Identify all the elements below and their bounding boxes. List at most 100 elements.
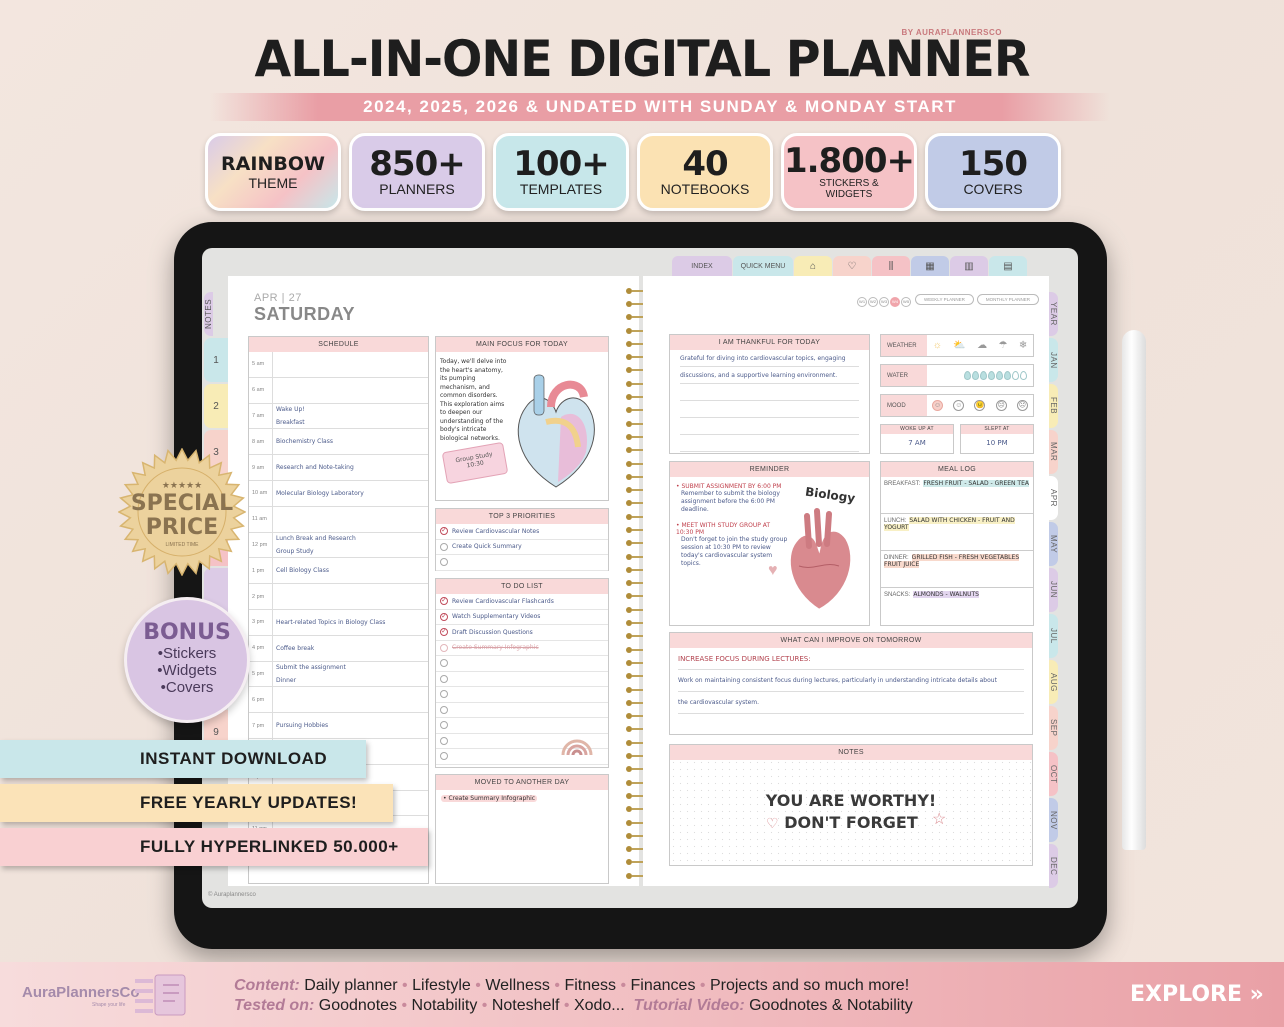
tab-index[interactable]: INDEX: [672, 256, 732, 276]
checklist-item[interactable]: Create Summary Infographic: [436, 641, 608, 656]
angry-face-icon[interactable]: ☹: [1016, 400, 1028, 411]
very-happy-face-icon[interactable]: ☺: [932, 400, 944, 411]
month-tab-mar[interactable]: MAR: [1049, 430, 1058, 474]
sun-icon[interactable]: ☼: [933, 340, 942, 351]
checklist-item[interactable]: ✓ Review Cardiovascular Notes: [436, 524, 608, 540]
schedule-row[interactable]: 5 am: [249, 352, 428, 378]
month-tab-jun[interactable]: JUN: [1049, 568, 1058, 612]
section-tab[interactable]: NOTES: [204, 292, 213, 336]
water-drop-icon[interactable]: [996, 371, 1003, 380]
checkbox-icon[interactable]: [440, 752, 448, 761]
checkbox-icon[interactable]: [440, 558, 448, 567]
checked-icon[interactable]: ✓: [440, 527, 448, 536]
water-drop-icon[interactable]: [1004, 371, 1011, 380]
weekly-planner-button[interactable]: WEEKLY PLANNER: [915, 293, 974, 305]
tab-notebook-icon[interactable]: ▤: [989, 256, 1027, 276]
checkbox-icon[interactable]: [440, 705, 448, 714]
checklist-item[interactable]: [436, 672, 608, 687]
woke-up-value[interactable]: 7 AM: [881, 439, 953, 447]
tab-dumbbell-icon[interactable]: ⫼: [872, 256, 910, 276]
checked-icon[interactable]: ✓: [440, 597, 448, 606]
checkbox-icon[interactable]: [440, 721, 448, 730]
schedule-row[interactable]: 10 am Molecular Biology Laboratory: [249, 480, 428, 507]
checkbox-icon[interactable]: [440, 674, 448, 683]
week-button-w2[interactable]: W2: [868, 296, 879, 307]
week-button-w3[interactable]: W3: [879, 296, 890, 307]
sad-face-icon[interactable]: ☹: [995, 400, 1007, 411]
month-tab-oct[interactable]: OCT: [1049, 752, 1058, 796]
neutral-face-icon[interactable]: 😐: [974, 400, 986, 411]
cloud-icon[interactable]: ☁: [977, 340, 987, 351]
thankful-line[interactable]: [680, 418, 859, 435]
schedule-row[interactable]: 6 pm: [249, 687, 428, 714]
happy-face-icon[interactable]: ☺: [953, 400, 965, 411]
checklist-item[interactable]: ✓ Draft Discussion Questions: [436, 625, 608, 641]
checkbox-icon[interactable]: [440, 542, 448, 551]
checklist-item[interactable]: ✓ Review Cardiovascular Flashcards: [436, 594, 608, 610]
meal-entry[interactable]: LUNCH: SALAD WITH CHICKEN - FRUIT AND YOG…: [881, 514, 1033, 551]
water-drop-icon[interactable]: [988, 371, 995, 380]
thankful-line[interactable]: discussions, and a supportive learning e…: [680, 367, 859, 384]
schedule-row[interactable]: 3 pm Heart-related Topics in Biology Clas…: [249, 609, 428, 636]
tab-finance-icon[interactable]: ▦: [911, 256, 949, 276]
meal-entry[interactable]: SNACKS: ALMONDS - WALNUTS: [881, 588, 1033, 625]
water-drop-icon[interactable]: [964, 371, 971, 380]
checklist-item[interactable]: [436, 687, 608, 703]
month-tab-jul[interactable]: JUL: [1049, 614, 1058, 658]
month-tab-apr[interactable]: APR: [1049, 476, 1058, 520]
schedule-row[interactable]: 1 pm Cell Biology Class: [249, 558, 428, 585]
checklist-item[interactable]: ✓ Watch Supplementary Videos: [436, 610, 608, 625]
checklist-item[interactable]: [436, 703, 608, 718]
week-button-w1[interactable]: W1: [857, 296, 868, 307]
meal-entry[interactable]: BREAKFAST: FRESH FRUIT - SALAD - GREEN TE…: [881, 477, 1033, 514]
explore-button[interactable]: EXPLORE »: [1130, 982, 1264, 1007]
thankful-line[interactable]: [680, 435, 859, 452]
checklist-item[interactable]: [436, 656, 608, 672]
checkbox-icon[interactable]: [440, 736, 448, 745]
schedule-row[interactable]: 12 pm Lunch Break and Research Group Study: [249, 532, 428, 559]
tab-home-icon[interactable]: ⌂: [794, 256, 832, 276]
schedule-row[interactable]: 11 am: [249, 506, 428, 533]
month-tab-dec[interactable]: DEC: [1049, 844, 1058, 888]
tab-chart-icon[interactable]: ▥: [950, 256, 988, 276]
week-button-w4[interactable]: W4: [890, 296, 901, 307]
checked-icon[interactable]: ✓: [440, 628, 448, 637]
water-drop-icon[interactable]: [1020, 371, 1027, 380]
month-tab-aug[interactable]: AUG: [1049, 660, 1058, 704]
month-tab-nov[interactable]: NOV: [1049, 798, 1058, 842]
water-drop-icon[interactable]: [1012, 371, 1019, 380]
month-tab-may[interactable]: MAY: [1049, 522, 1058, 566]
week-button-w5[interactable]: W5: [901, 296, 912, 307]
tab-heartbeat-icon[interactable]: ♡: [833, 256, 871, 276]
schedule-row[interactable]: 6 am: [249, 377, 428, 404]
thankful-line[interactable]: Grateful for diving into cardiovascular …: [680, 350, 859, 367]
checklist-item[interactable]: [436, 555, 608, 571]
month-tab-feb[interactable]: FEB: [1049, 384, 1058, 428]
schedule-row[interactable]: 9 am Research and Note-taking: [249, 455, 428, 481]
rain-icon[interactable]: ☂: [998, 340, 1007, 351]
thankful-line[interactable]: [680, 401, 859, 418]
checkbox-icon[interactable]: [440, 643, 448, 652]
meal-entry[interactable]: DINNER: GRILLED FISH - FRESH VEGETABLES F…: [881, 551, 1033, 588]
section-tab[interactable]: 1: [204, 338, 228, 382]
tab-quick-menu[interactable]: QUICK MENU: [733, 256, 793, 276]
section-tab[interactable]: 2: [204, 384, 228, 428]
checklist-item[interactable]: Create Quick Summary: [436, 540, 608, 555]
schedule-row[interactable]: 7 am Wake Up! Breakfast: [249, 403, 428, 430]
schedule-row[interactable]: 5 pm Submit the assignment Dinner: [249, 661, 428, 688]
monthly-planner-button[interactable]: MONTHLY PLANNER: [976, 293, 1039, 305]
schedule-row[interactable]: 4 pm Coffee break: [249, 635, 428, 662]
schedule-row[interactable]: 7 pm Pursuing Hobbies: [249, 713, 428, 739]
checkbox-icon[interactable]: [440, 659, 448, 668]
month-tab-sep[interactable]: SEP: [1049, 706, 1058, 750]
checked-icon[interactable]: ✓: [440, 612, 448, 621]
schedule-row[interactable]: 2 pm: [249, 584, 428, 610]
water-drop-icon[interactable]: [980, 371, 987, 380]
checkbox-icon[interactable]: [440, 690, 448, 699]
thankful-line[interactable]: [680, 384, 859, 401]
slept-value[interactable]: 10 PM: [961, 439, 1033, 447]
schedule-row[interactable]: 8 am Biochemistry Class: [249, 429, 428, 456]
snow-icon[interactable]: ❄: [1019, 340, 1027, 351]
water-drop-icon[interactable]: [972, 371, 979, 380]
partly-cloudy-icon[interactable]: ⛅: [953, 340, 965, 351]
